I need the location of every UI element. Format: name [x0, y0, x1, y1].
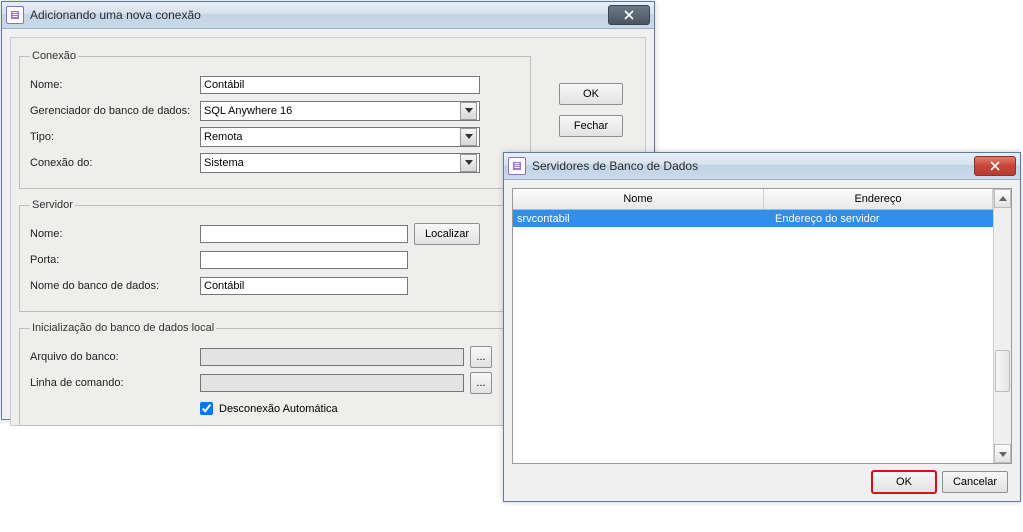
app-icon — [6, 6, 24, 24]
label-desconexao: Desconexão Automática — [219, 403, 338, 415]
label-gerenciador: Gerenciador do banco de dados: — [30, 105, 200, 117]
window-title: Servidores de Banco de Dados — [532, 159, 974, 173]
close-icon[interactable] — [974, 156, 1016, 176]
input-banco[interactable] — [200, 277, 408, 295]
select-gerenciador[interactable]: SQL Anywhere 16 — [200, 101, 480, 121]
browse-arquivo-button[interactable]: ... — [470, 346, 492, 368]
server-table: Nome Endereço srvcontabil Endereço do se… — [512, 188, 1012, 464]
scroll-up-icon[interactable] — [994, 189, 1011, 208]
input-porta[interactable] — [200, 251, 408, 269]
label-arquivo: Arquivo do banco: — [30, 351, 200, 363]
input-nome[interactable] — [200, 76, 480, 94]
label-tipo: Tipo: — [30, 131, 200, 143]
localizar-button[interactable]: Localizar — [414, 223, 480, 245]
select-tipo-value: Remota — [204, 131, 243, 143]
table-row[interactable]: srvcontabil Endereço do servidor — [513, 210, 993, 227]
select-gerenciador-value: SQL Anywhere 16 — [204, 105, 292, 117]
vertical-scrollbar[interactable] — [993, 189, 1011, 463]
app-icon — [508, 157, 526, 175]
label-nome: Nome: — [30, 79, 200, 91]
label-banco: Nome do banco de dados: — [30, 280, 200, 292]
ok-button[interactable]: OK — [559, 83, 623, 105]
close-icon[interactable] — [608, 5, 650, 25]
select-conexao-do-value: Sistema — [204, 157, 244, 169]
column-header-nome[interactable]: Nome — [513, 189, 764, 209]
input-servidor-nome[interactable] — [200, 225, 408, 243]
database-servers-window: Servidores de Banco de Dados Nome Endere… — [503, 152, 1021, 502]
group-inicializacao: Inicialização do banco de dados local Ar… — [19, 322, 531, 426]
titlebar: Servidores de Banco de Dados — [504, 153, 1020, 180]
window-title: Adicionando uma nova conexão — [30, 8, 608, 22]
fechar-button[interactable]: Fechar — [559, 115, 623, 137]
label-linha: Linha de comando: — [30, 377, 200, 389]
chevron-down-icon — [460, 102, 477, 120]
scroll-thumb[interactable] — [995, 350, 1010, 392]
group-servidor: Servidor Nome: Localizar Porta: Nome do … — [19, 199, 531, 312]
cell-endereco: Endereço do servidor — [771, 213, 993, 225]
select-conexao-do[interactable]: Sistema — [200, 153, 480, 173]
label-conexao-do: Conexão do: — [30, 157, 200, 169]
chevron-down-icon — [460, 154, 477, 172]
chevron-down-icon — [460, 128, 477, 146]
cancel-button[interactable]: Cancelar — [942, 471, 1008, 493]
group-servidor-legend: Servidor — [30, 199, 75, 211]
cell-nome: srvcontabil — [513, 213, 771, 225]
select-tipo[interactable]: Remota — [200, 127, 480, 147]
titlebar: Adicionando uma nova conexão — [2, 2, 654, 29]
browse-linha-button[interactable]: ... — [470, 372, 492, 394]
table-header: Nome Endereço — [513, 189, 993, 210]
table-body: srvcontabil Endereço do servidor — [513, 210, 993, 463]
group-conexao: Conexão Nome: Gerenciador do banco de da… — [19, 50, 531, 189]
checkbox-desconexao[interactable] — [200, 402, 213, 415]
group-conexao-legend: Conexão — [30, 50, 78, 62]
label-porta: Porta: — [30, 254, 200, 266]
group-inicializacao-legend: Inicialização do banco de dados local — [30, 322, 216, 334]
ok-button[interactable]: OK — [872, 471, 936, 493]
label-servidor-nome: Nome: — [30, 228, 200, 240]
input-arquivo[interactable] — [200, 348, 464, 366]
column-header-endereco[interactable]: Endereço — [764, 189, 993, 209]
input-linha[interactable] — [200, 374, 464, 392]
scroll-down-icon[interactable] — [994, 444, 1011, 463]
